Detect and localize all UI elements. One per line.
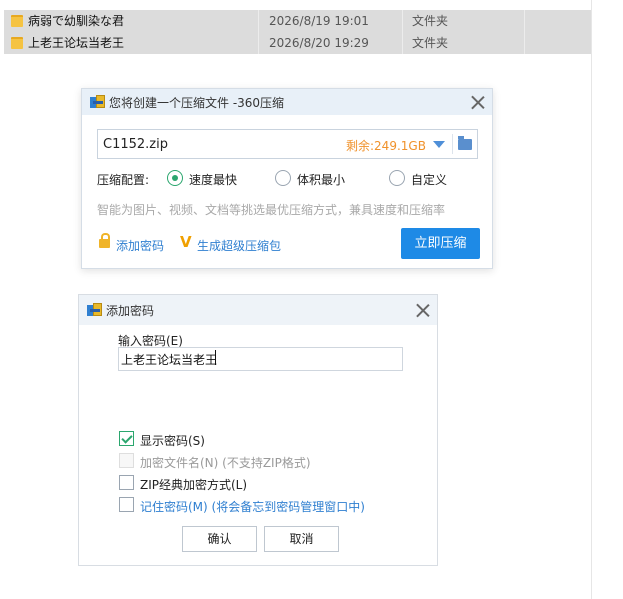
file-type: 文件夹: [412, 36, 449, 50]
dialog-title: 您将创建一个压缩文件 -360压缩: [109, 96, 285, 110]
dialog-titlebar[interactable]: 添加密码: [79, 295, 437, 325]
radio-custom[interactable]: [389, 170, 405, 186]
column-divider: [402, 32, 403, 54]
v-super-icon: V: [180, 233, 192, 251]
pane-divider: [591, 0, 592, 599]
column-divider: [258, 32, 259, 54]
dialog-title: 添加密码: [106, 304, 155, 318]
add-password-link[interactable]: 添加密码: [116, 237, 164, 254]
folder-icon: [11, 37, 23, 49]
radio-custom-label[interactable]: 自定义: [411, 171, 447, 188]
divider: [452, 134, 453, 154]
config-label: 压缩配置:: [97, 173, 150, 187]
ok-button[interactable]: 确认: [182, 526, 257, 552]
zip-classic-encryption-label[interactable]: ZIP经典加密方式(L): [140, 476, 247, 493]
column-divider: [402, 10, 403, 32]
compress-dialog: 您将创建一个压缩文件 -360压缩 C1152.zip 剩余:249.1GB 压…: [81, 88, 493, 269]
file-name: 上老王论坛当老王: [28, 36, 125, 50]
file-name: 病弱で幼馴染な君: [28, 14, 125, 28]
radio-fastest[interactable]: [167, 170, 183, 186]
show-password-label[interactable]: 显示密码(S): [140, 432, 205, 449]
archive-path-field[interactable]: C1152.zip 剩余:249.1GB: [97, 129, 478, 159]
close-icon[interactable]: [416, 303, 430, 317]
free-space-label: 剩余:249.1GB: [346, 139, 426, 153]
archive-filename[interactable]: C1152.zip: [103, 137, 168, 152]
archive-app-icon: [87, 303, 103, 317]
dialog-titlebar[interactable]: 您将创建一个压缩文件 -360压缩: [82, 89, 492, 115]
folder-browse-icon[interactable]: [458, 136, 472, 150]
column-divider: [524, 10, 525, 32]
radio-smallest-label[interactable]: 体积最小: [297, 171, 345, 188]
zip-classic-encryption-checkbox[interactable]: [119, 475, 134, 490]
folder-icon: [11, 15, 23, 27]
remember-password-checkbox[interactable]: [119, 497, 134, 512]
file-type: 文件夹: [412, 14, 449, 28]
show-password-checkbox[interactable]: [119, 431, 134, 446]
column-divider: [258, 10, 259, 32]
lock-icon[interactable]: [99, 233, 110, 248]
password-input[interactable]: [118, 347, 403, 371]
compress-hint: 智能为图片、视频、文档等挑选最优压缩方式，兼具速度和压缩率: [97, 203, 446, 217]
column-divider: [524, 32, 525, 54]
text-caret: [215, 350, 216, 365]
file-row[interactable]: 病弱で幼馴染な君 2026/8/19 19:01 文件夹: [4, 10, 591, 32]
encrypt-filenames-label: 加密文件名(N) (不支持ZIP格式): [140, 456, 311, 470]
archive-app-icon: [90, 95, 106, 109]
compress-now-button[interactable]: 立即压缩: [401, 228, 480, 259]
chevron-down-icon[interactable]: [433, 141, 445, 148]
remember-password-label[interactable]: 记住密码(M) (将会备忘到密码管理窗口中): [140, 498, 365, 515]
file-date: 2026/8/19 19:01: [269, 14, 369, 28]
radio-fastest-label[interactable]: 速度最快: [189, 171, 237, 188]
close-icon[interactable]: [471, 95, 485, 109]
add-password-dialog: 添加密码 输入密码(E) 显示密码(S) 加密文件名(N) (不支持ZIP格式)…: [78, 294, 438, 566]
cancel-button[interactable]: 取消: [264, 526, 339, 552]
super-pack-link[interactable]: 生成超级压缩包: [197, 237, 281, 254]
file-date: 2026/8/20 19:29: [269, 36, 369, 50]
file-row[interactable]: 上老王论坛当老王 2026/8/20 19:29 文件夹: [4, 32, 591, 54]
radio-smallest[interactable]: [275, 170, 291, 186]
encrypt-filenames-checkbox: [119, 453, 134, 468]
